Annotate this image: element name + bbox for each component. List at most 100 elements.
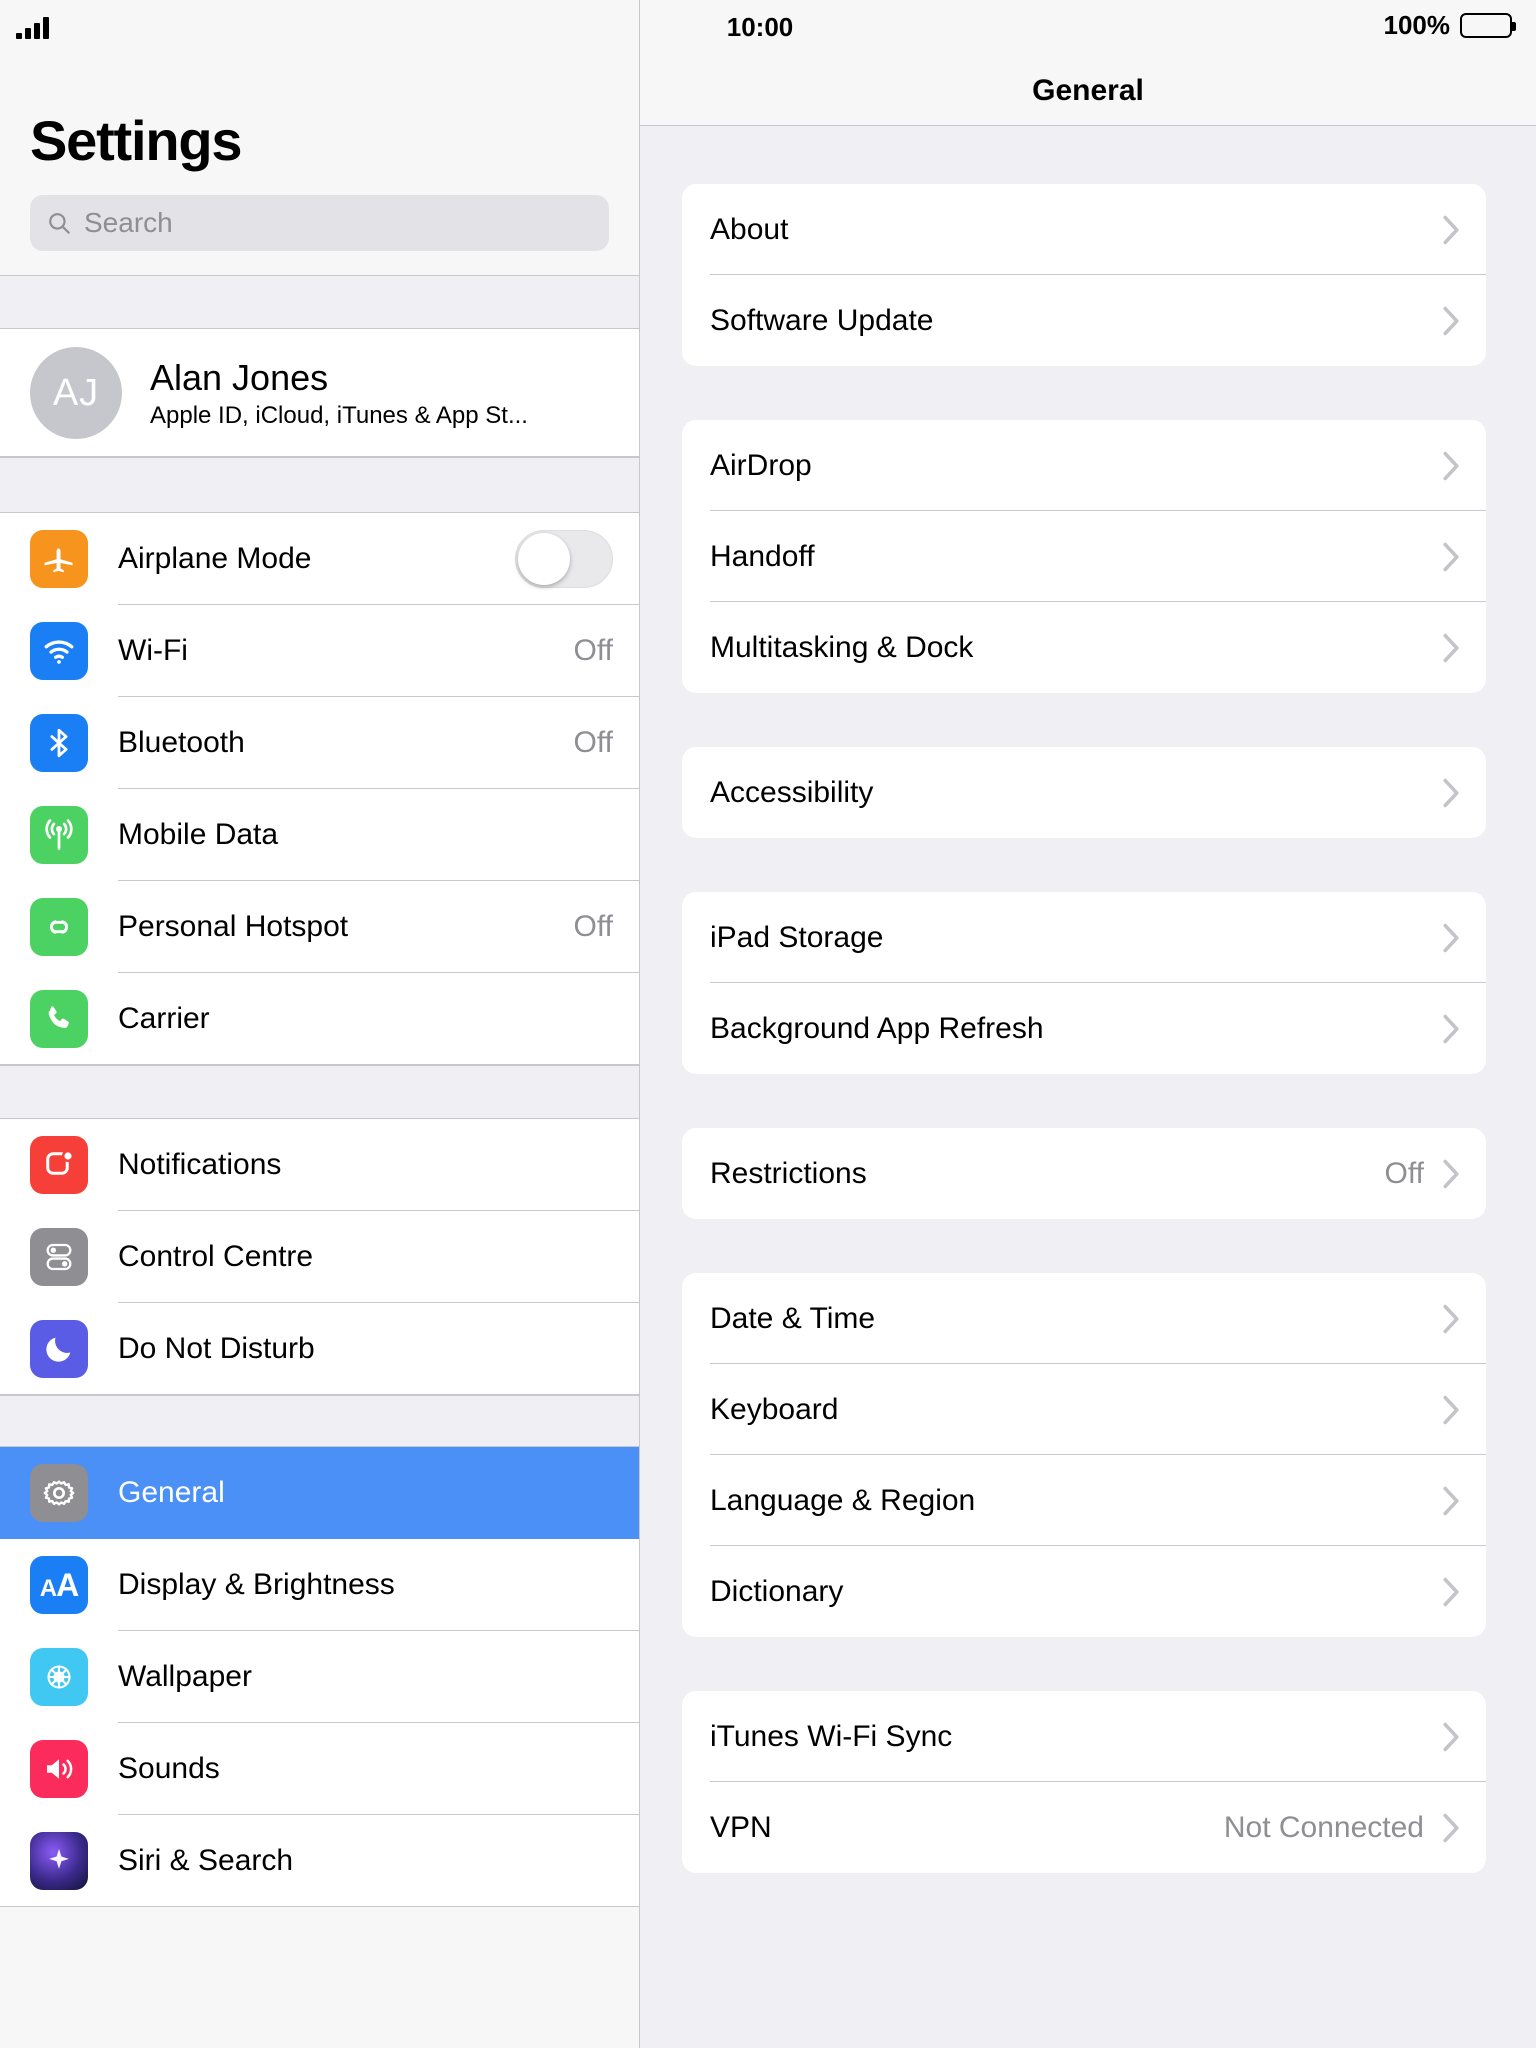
bluetooth-icon <box>30 714 88 772</box>
settings-row[interactable]: Keyboard <box>682 1364 1486 1455</box>
settings-row[interactable]: About <box>682 184 1486 275</box>
sidebar-item-personal-hotspot[interactable]: Personal Hotspot Off <box>0 881 639 973</box>
chevron-right-icon <box>1443 1486 1459 1515</box>
settings-row[interactable]: Dictionary <box>682 1546 1486 1637</box>
settings-row-label: Multitasking & Dock <box>710 630 974 664</box>
settings-row-label: Language & Region <box>710 1483 976 1517</box>
status-clock: 10:00 <box>726 12 794 42</box>
notifications-icon <box>30 1136 88 1194</box>
phone-icon <box>30 990 88 1048</box>
hotspot-icon <box>30 898 88 956</box>
sidebar-item-wallpaper[interactable]: Wallpaper <box>0 1631 639 1723</box>
settings-row[interactable]: AirDrop <box>682 420 1486 511</box>
sidebar-label: Mobile Data <box>118 818 279 851</box>
status-bar-left <box>0 0 639 56</box>
status-bar-right: 10:00 100% <box>640 0 1536 56</box>
sidebar-item-carrier[interactable]: Carrier <box>0 973 639 1065</box>
battery-full-icon <box>1460 13 1516 38</box>
battery-percent-label: 100% <box>1383 10 1451 40</box>
sidebar-label: Wallpaper <box>118 1660 252 1693</box>
chevron-right-icon <box>1443 1813 1459 1842</box>
sidebar-group-connectivity: Airplane Mode Wi-Fi Off Bluetooth Off Mo… <box>0 513 639 1065</box>
sidebar-divider-4 <box>0 1395 639 1447</box>
detail-title: General <box>1032 74 1144 107</box>
settings-row-label: VPN <box>710 1810 772 1844</box>
settings-row-label: Keyboard <box>710 1392 839 1426</box>
chevron-right-icon <box>1443 306 1459 335</box>
search-icon <box>49 213 70 234</box>
cellular-signal-icon <box>16 17 49 39</box>
sidebar-item-do-not-disturb[interactable]: Do Not Disturb <box>0 1303 639 1395</box>
settings-row[interactable]: iPad Storage <box>682 892 1486 983</box>
sidebar-label: Siri & Search <box>118 1844 294 1877</box>
sidebar-divider-1 <box>0 275 639 329</box>
avatar: AJ <box>30 347 122 439</box>
bluetooth-value: Off <box>573 726 613 759</box>
account-name: Alan Jones <box>150 356 329 398</box>
settings-row-label: iTunes Wi-Fi Sync <box>710 1719 953 1753</box>
settings-row[interactable]: Background App Refresh <box>682 983 1486 1074</box>
account-section: AJ Alan Jones Apple ID, iCloud, iTunes &… <box>0 329 639 457</box>
settings-group-card: iPad Storage Background App Refresh <box>682 892 1486 1074</box>
chevron-right-icon <box>1443 1014 1459 1043</box>
settings-row[interactable]: Accessibility <box>682 747 1486 838</box>
sidebar-label: Sounds <box>118 1752 220 1785</box>
sidebar-item-wifi[interactable]: Wi-Fi Off <box>0 605 639 697</box>
search-input[interactable]: Search <box>30 195 609 251</box>
settings-row[interactable]: Multitasking & Dock <box>682 602 1486 693</box>
chevron-right-icon <box>1443 1577 1459 1606</box>
mobile-data-icon <box>30 806 88 864</box>
battery-group: 100% <box>1383 10 1516 41</box>
sidebar-item-siri-search[interactable]: Siri & Search <box>0 1815 639 1907</box>
search-container: Search <box>0 195 639 275</box>
settings-row[interactable]: VPN Not Connected <box>682 1782 1486 1873</box>
settings-row[interactable]: Language & Region <box>682 1455 1486 1546</box>
settings-row[interactable]: Date & Time <box>682 1273 1486 1364</box>
settings-row[interactable]: iTunes Wi-Fi Sync <box>682 1691 1486 1782</box>
sidebar-label: Control Centre <box>118 1240 314 1273</box>
settings-group-card: Restrictions Off <box>682 1128 1486 1219</box>
wifi-icon <box>30 622 88 680</box>
settings-row-label: Date & Time <box>710 1301 876 1335</box>
settings-app: Settings Search AJ Alan Jones Apple ID, … <box>0 0 1536 2048</box>
settings-row-label: AirDrop <box>710 448 812 482</box>
sidebar-label: Airplane Mode <box>118 542 312 575</box>
sidebar-item-notifications[interactable]: Notifications <box>0 1119 639 1211</box>
sidebar-item-display-brightness[interactable]: AA Display & Brightness <box>0 1539 639 1631</box>
airplane-mode-toggle[interactable] <box>515 530 613 588</box>
settings-row-label: Restrictions <box>710 1156 867 1190</box>
general-detail-pane: 10:00 100% General About Software Update A… <box>640 0 1536 2048</box>
chevron-right-icon <box>1443 1395 1459 1424</box>
wifi-value: Off <box>573 634 613 667</box>
page-title: Settings <box>30 109 243 172</box>
sidebar-label: Wi-Fi <box>118 634 188 667</box>
settings-row[interactable]: Handoff <box>682 511 1486 602</box>
settings-row-value: Not Connected <box>1223 1810 1424 1844</box>
sidebar-item-sounds[interactable]: Sounds <box>0 1723 639 1815</box>
control-centre-icon <box>30 1228 88 1286</box>
settings-row-label: iPad Storage <box>710 920 884 954</box>
settings-row[interactable]: Restrictions Off <box>682 1128 1486 1219</box>
detail-content: About Software Update AirDrop Handoff Multit… <box>640 126 1536 1873</box>
sidebar-item-control-centre[interactable]: Control Centre <box>0 1211 639 1303</box>
sidebar-item-airplane-mode[interactable]: Airplane Mode <box>0 513 639 605</box>
chevron-right-icon <box>1443 1722 1459 1751</box>
sidebar-item-mobile-data[interactable]: Mobile Data <box>0 789 639 881</box>
airplane-icon <box>30 530 88 588</box>
sidebar-item-bluetooth[interactable]: Bluetooth Off <box>0 697 639 789</box>
sidebar-item-general[interactable]: General <box>0 1447 639 1539</box>
settings-row[interactable]: Software Update <box>682 275 1486 366</box>
chevron-right-icon <box>1443 923 1459 952</box>
sidebar-label: Do Not Disturb <box>118 1332 315 1365</box>
sidebar-group-alerts: Notifications Control Centre Do Not Dist… <box>0 1119 639 1395</box>
chevron-right-icon <box>1443 542 1459 571</box>
sidebar-label: Bluetooth <box>118 726 245 759</box>
chevron-right-icon <box>1443 451 1459 480</box>
settings-row-label: Dictionary <box>710 1574 844 1608</box>
settings-group-card: AirDrop Handoff Multitasking & Dock <box>682 420 1486 693</box>
apple-id-row[interactable]: AJ Alan Jones Apple ID, iCloud, iTunes &… <box>0 329 639 457</box>
chevron-right-icon <box>1443 633 1459 662</box>
settings-group-card: Date & Time Keyboard Language & Region Dict… <box>682 1273 1486 1637</box>
settings-row-label: Software Update <box>710 303 934 337</box>
display-brightness-icon: AA <box>30 1556 88 1614</box>
